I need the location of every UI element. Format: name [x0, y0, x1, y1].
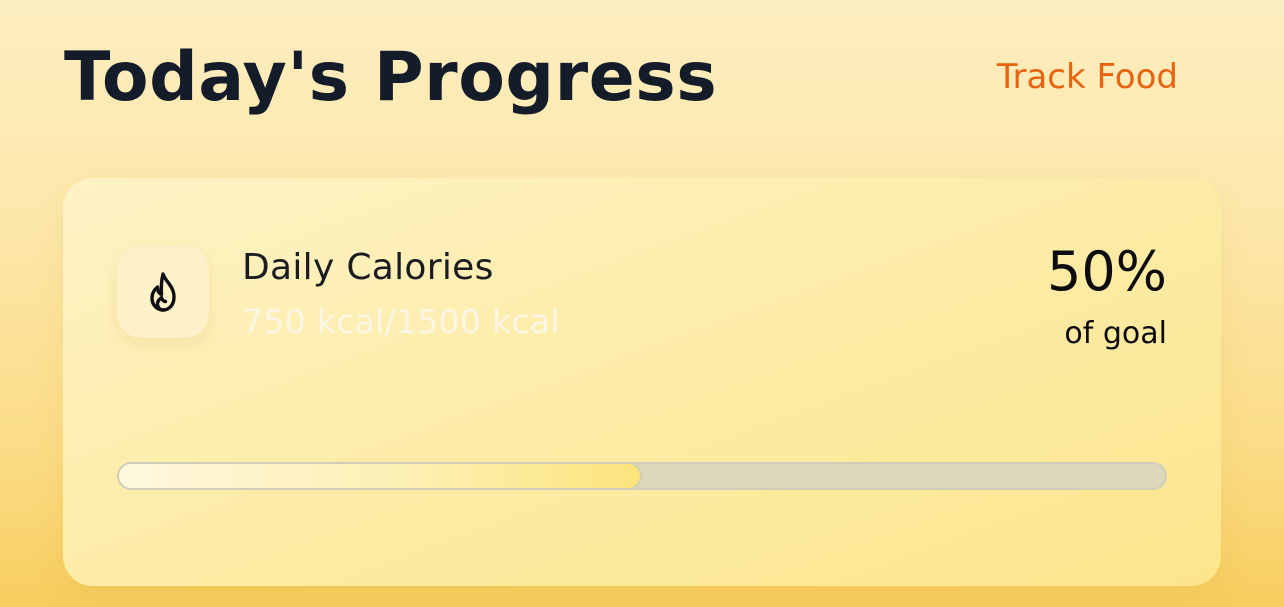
flame-icon: [150, 272, 176, 312]
metric-title: Daily Calories: [242, 247, 494, 288]
page-title: Today's Progress: [64, 38, 718, 117]
calories-icon-box: [117, 246, 209, 338]
header: Today's Progress Track Food: [64, 36, 1178, 126]
calories-progress-bar: [117, 462, 1167, 490]
metric-value: 750 kcal/1500 kcal: [242, 302, 560, 341]
track-food-link[interactable]: Track Food: [997, 56, 1178, 98]
goal-percent: 50%: [1046, 240, 1167, 303]
goal-caption: of goal: [1064, 316, 1167, 351]
calories-progress-fill: [117, 462, 642, 490]
calories-card: Daily Calories 750 kcal/1500 kcal 50% of…: [63, 178, 1221, 586]
